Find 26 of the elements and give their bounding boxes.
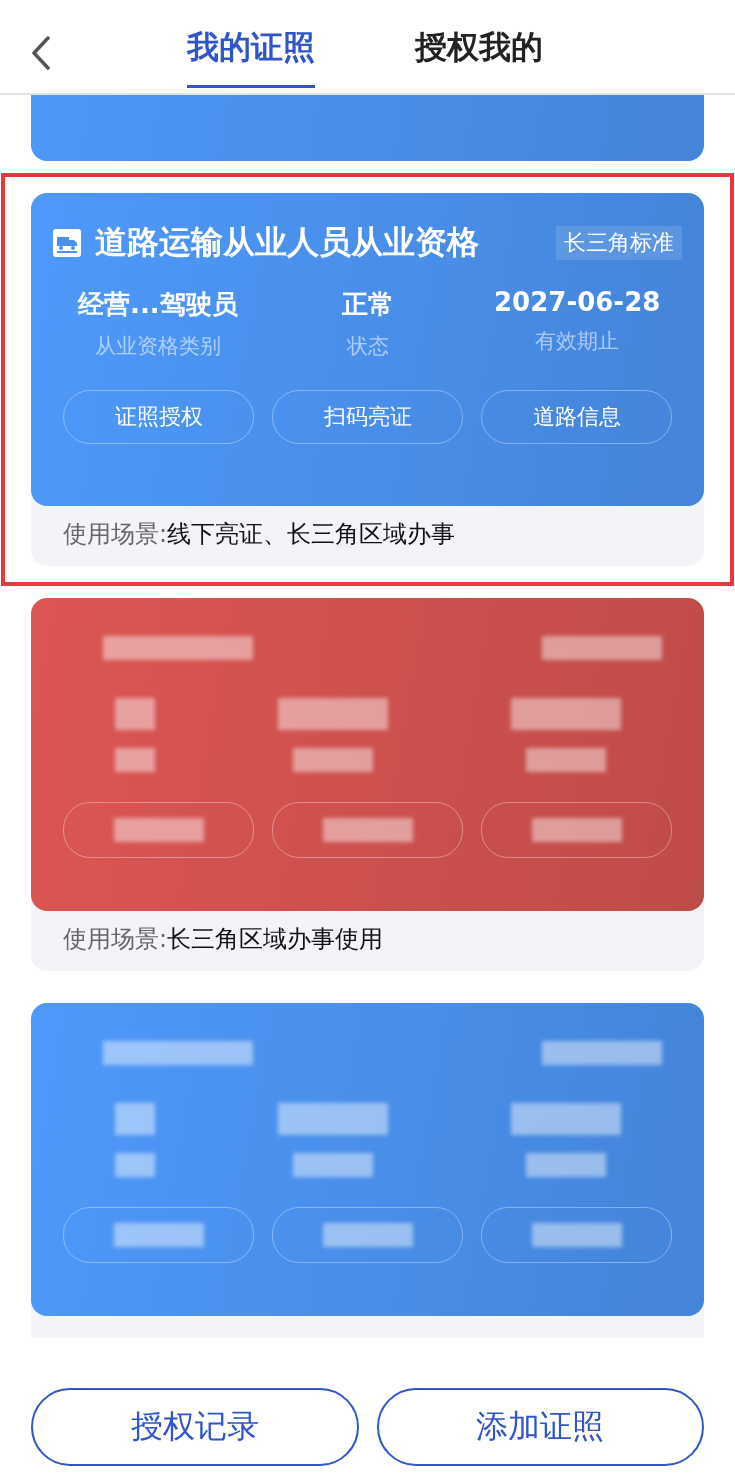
field-label: 状态 bbox=[346, 333, 389, 360]
blurred-button[interactable] bbox=[272, 1207, 463, 1263]
blurred-text bbox=[114, 1153, 155, 1177]
usage-scene: 使用场景:长三角区域办事使用 bbox=[62, 924, 385, 955]
blurred-text bbox=[114, 748, 155, 772]
standard-tag: 长三角标准 bbox=[556, 226, 682, 260]
blurred-button[interactable] bbox=[63, 802, 254, 858]
usage-scene: 使用场景:线下亮证、长三角区域办事 bbox=[62, 519, 457, 550]
card-title: 道路运输从业人员从业资格 bbox=[95, 222, 479, 263]
field-label: 从业资格类别 bbox=[94, 333, 221, 360]
blurred-text bbox=[114, 698, 155, 730]
back-icon[interactable] bbox=[31, 36, 51, 70]
blurred-button[interactable] bbox=[272, 802, 463, 858]
footer-button[interactable]: 授权记录 bbox=[31, 1388, 359, 1466]
blurred-text bbox=[114, 1103, 155, 1135]
truck-icon bbox=[53, 229, 81, 257]
blurred-button[interactable] bbox=[63, 1207, 254, 1263]
footer-button[interactable]: 添加证照 bbox=[376, 1388, 704, 1466]
field-label: 有效期止 bbox=[535, 328, 620, 355]
tab[interactable]: 我的证照 bbox=[187, 5, 315, 88]
blurred-button[interactable] bbox=[481, 1207, 672, 1263]
blurred-button[interactable] bbox=[481, 802, 672, 858]
field-value: 经营...驾驶员 bbox=[78, 288, 238, 321]
tab[interactable]: 授权我的 bbox=[415, 5, 543, 88]
field-value: 正常 bbox=[341, 288, 394, 321]
field-value: 2027-06-28 bbox=[494, 287, 661, 317]
